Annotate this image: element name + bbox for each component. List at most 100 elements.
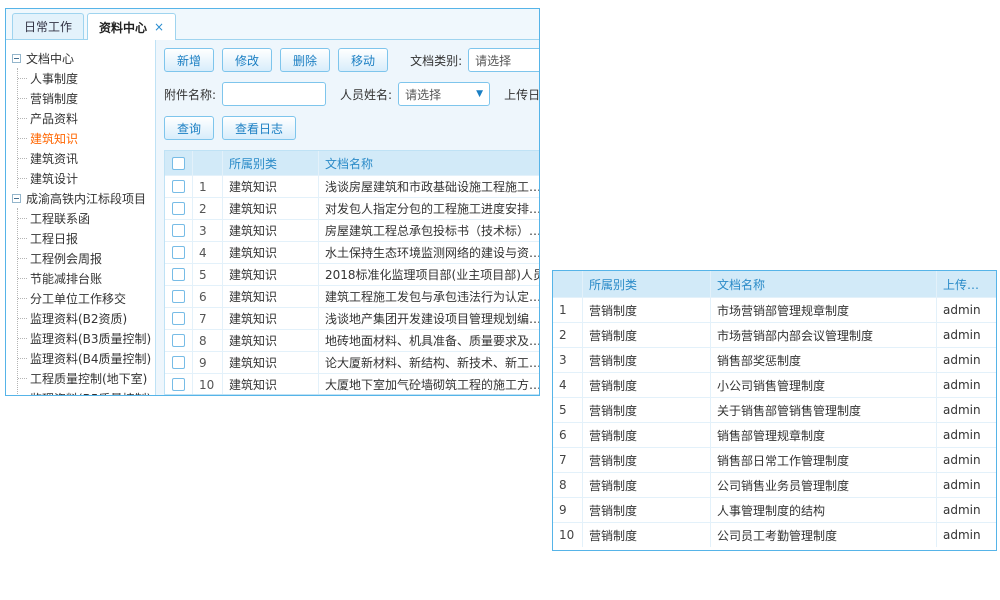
chevron-down-icon: ▼ xyxy=(476,89,483,99)
collapse-icon[interactable] xyxy=(12,194,21,203)
row-checkbox[interactable] xyxy=(172,334,185,347)
row-uploader: admin xyxy=(937,473,996,497)
tree-item[interactable]: 建筑设计 xyxy=(18,168,153,188)
doc-category-select[interactable]: 请选择 ▼ xyxy=(468,48,539,72)
row-category: 建筑知识 xyxy=(223,242,319,263)
table-row[interactable]: 5建筑知识2018标准化监理项目部(业主项目部)人员… xyxy=(165,263,539,285)
doc-category-label: 文档类别: xyxy=(410,52,462,69)
delete-button[interactable]: 删除 xyxy=(280,48,330,72)
documents-table-body: 1建筑知识浅谈房屋建筑和市政基础设施工程施工…2建筑知识对发包人指定分包的工程施… xyxy=(165,175,539,395)
table-row[interactable]: 5营销制度关于销售部管销售管理制度admin xyxy=(553,397,996,422)
tree-item[interactable]: 工程日报 xyxy=(18,228,153,248)
row-category: 营销制度 xyxy=(583,373,711,397)
row-checkbox[interactable] xyxy=(172,290,185,303)
row-category: 营销制度 xyxy=(583,323,711,347)
row-doc-name: 市场营销部管理规章制度 xyxy=(711,298,937,322)
row-doc-name: 小公司销售管理制度 xyxy=(711,373,937,397)
query-button[interactable]: 查询 xyxy=(164,116,214,140)
tree-item[interactable]: 节能减排台账 xyxy=(18,268,153,288)
tree-item[interactable]: 产品资料 xyxy=(18,108,153,128)
table-row[interactable]: 1营销制度市场营销部管理规章制度admin xyxy=(553,297,996,322)
tree-item[interactable]: 监理资料(B5质量控制) xyxy=(18,388,153,395)
row-doc-name: 大厦地下室加气砼墙砌筑工程的施工方… xyxy=(319,374,539,395)
row-uploader: admin xyxy=(937,348,996,372)
row-index: 6 xyxy=(553,423,583,447)
select-all-checkbox[interactable] xyxy=(172,157,185,170)
row-checkbox[interactable] xyxy=(172,246,185,259)
row-checkbox[interactable] xyxy=(172,312,185,325)
row-index: 7 xyxy=(553,448,583,472)
tree-item[interactable]: 监理资料(B2资质) xyxy=(18,308,153,328)
tree-item[interactable]: 营销制度 xyxy=(18,88,153,108)
row-uploader: admin xyxy=(937,398,996,422)
table-row[interactable]: 6建筑知识建筑工程施工发包与承包违法行为认定… xyxy=(165,285,539,307)
row-category: 建筑知识 xyxy=(223,330,319,351)
table-row[interactable]: 10营销制度公司员工考勤管理制度admin xyxy=(553,522,996,547)
row-doc-name: 市场营销部内部会议管理制度 xyxy=(711,323,937,347)
tree-item[interactable]: 监理资料(B4质量控制) xyxy=(18,348,153,368)
row-checkbox[interactable] xyxy=(172,268,185,281)
person-name-select[interactable]: 请选择 ▼ xyxy=(398,82,490,106)
row-category: 建筑知识 xyxy=(223,220,319,241)
row-checkbox-cell xyxy=(165,330,193,351)
table-row[interactable]: 9建筑知识论大厦新材料、新结构、新技术、新工… xyxy=(165,351,539,373)
tree-item[interactable]: 工程联系函 xyxy=(18,208,153,228)
table-row[interactable]: 3建筑知识房屋建筑工程总承包投标书（技术标）… xyxy=(165,219,539,241)
tree-root[interactable]: 文档中心 xyxy=(12,48,153,68)
add-button[interactable]: 新增 xyxy=(164,48,214,72)
row-checkbox[interactable] xyxy=(172,356,185,369)
table-row[interactable]: 7建筑知识浅谈地产集团开发建设项目管理规划编… xyxy=(165,307,539,329)
tree-item[interactable]: 工程例会周报 xyxy=(18,248,153,268)
row-doc-name: 浅谈房屋建筑和市政基础设施工程施工… xyxy=(319,176,539,197)
row-index: 8 xyxy=(553,473,583,497)
row-checkbox-cell xyxy=(165,220,193,241)
attachment-name-input[interactable] xyxy=(222,82,326,106)
move-button[interactable]: 移动 xyxy=(338,48,388,72)
table-row[interactable]: 8建筑知识地砖地面材料、机具准备、质量要求及… xyxy=(165,329,539,351)
row-category: 建筑知识 xyxy=(223,352,319,373)
row-checkbox[interactable] xyxy=(172,180,185,193)
tree-root[interactable]: 成渝高铁内江标段项目 xyxy=(12,188,153,208)
table-row[interactable]: 1建筑知识浅谈房屋建筑和市政基础设施工程施工… xyxy=(165,175,539,197)
table-row[interactable]: 3营销制度销售部奖惩制度admin xyxy=(553,347,996,372)
marketing-table-header: 所属别类 文档名称 上传… xyxy=(553,271,996,297)
tree-children: 人事制度营销制度产品资料建筑知识建筑资讯建筑设计 xyxy=(17,68,153,188)
table-row[interactable]: 4营销制度小公司销售管理制度admin xyxy=(553,372,996,397)
row-category: 营销制度 xyxy=(583,348,711,372)
table-row[interactable]: 4建筑知识水土保持生态环境监测网络的建设与资… xyxy=(165,241,539,263)
table-row[interactable]: 8营销制度公司销售业务员管理制度admin xyxy=(553,472,996,497)
tree-item[interactable]: 监理资料(B3质量控制) xyxy=(18,328,153,348)
table-row[interactable]: 2营销制度市场营销部内部会议管理制度admin xyxy=(553,322,996,347)
tree-item[interactable]: 建筑知识 xyxy=(18,128,153,148)
row-checkbox-cell xyxy=(165,352,193,373)
table-row[interactable]: 2建筑知识对发包人指定分包的工程施工进度安排… xyxy=(165,197,539,219)
table-row[interactable]: 9营销制度人事管理制度的结构admin xyxy=(553,497,996,522)
tab-bar: 日常工作 资料中心 × xyxy=(6,9,539,40)
row-checkbox[interactable] xyxy=(172,202,185,215)
tree-item[interactable]: 分工单位工作移交 xyxy=(18,288,153,308)
row-index: 9 xyxy=(193,352,223,373)
collapse-icon[interactable] xyxy=(12,54,21,63)
row-checkbox-cell xyxy=(165,308,193,329)
documents-table: 所属别类 文档名称 1建筑知识浅谈房屋建筑和市政基础设施工程施工…2建筑知识对发… xyxy=(164,150,539,395)
tree-item[interactable]: 工程质量控制(地下室) xyxy=(18,368,153,388)
view-log-button[interactable]: 查看日志 xyxy=(222,116,296,140)
table-row[interactable]: 10建筑知识大厦地下室加气砼墙砌筑工程的施工方… xyxy=(165,373,539,395)
row-checkbox[interactable] xyxy=(172,224,185,237)
tab-data-center-label: 资料中心 xyxy=(99,19,147,36)
row-doc-name: 销售部管理规章制度 xyxy=(711,423,937,447)
modify-button[interactable]: 修改 xyxy=(222,48,272,72)
tree-item[interactable]: 建筑资讯 xyxy=(18,148,153,168)
tree-item[interactable]: 人事制度 xyxy=(18,68,153,88)
close-icon[interactable]: × xyxy=(154,20,164,34)
row-index: 1 xyxy=(553,298,583,322)
row-checkbox[interactable] xyxy=(172,378,185,391)
upload-date-label: 上传日期 xyxy=(504,86,539,103)
tab-daily-work[interactable]: 日常工作 xyxy=(12,13,84,39)
tab-data-center[interactable]: 资料中心 × xyxy=(87,13,176,40)
column-header-name: 文档名称 xyxy=(319,151,539,175)
row-index: 3 xyxy=(193,220,223,241)
table-row[interactable]: 6营销制度销售部管理规章制度admin xyxy=(553,422,996,447)
table-row[interactable]: 7营销制度销售部日常工作管理制度admin xyxy=(553,447,996,472)
row-doc-name: 浅谈地产集团开发建设项目管理规划编… xyxy=(319,308,539,329)
